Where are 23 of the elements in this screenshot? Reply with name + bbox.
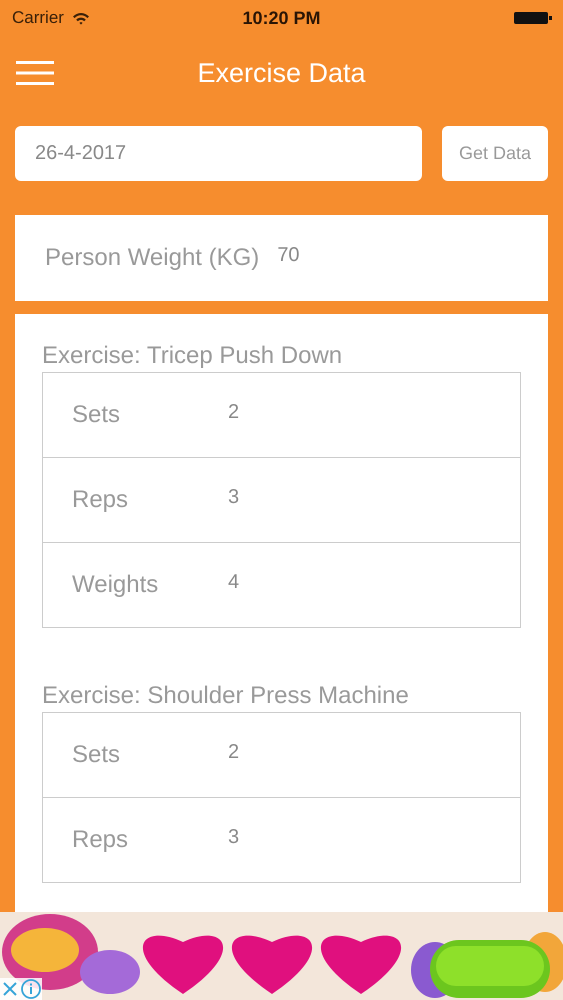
screen-title: Exercise Data bbox=[196, 58, 367, 88]
row-label: Sets bbox=[72, 741, 122, 769]
clock-time: 10:20 PM bbox=[241, 8, 322, 28]
carrier-name: Carrier bbox=[12, 8, 64, 28]
row-label: Reps bbox=[72, 826, 130, 854]
row-label: Sets bbox=[72, 401, 122, 429]
battery-icon bbox=[513, 10, 553, 26]
row-label: Weights bbox=[72, 571, 160, 599]
row-value: 3 bbox=[228, 486, 240, 508]
weight-value: 70 bbox=[277, 244, 300, 266]
date-field[interactable]: 26-4-2017 bbox=[15, 126, 422, 181]
exercise-title: Exercise: Shoulder Press Machine bbox=[42, 682, 410, 710]
row-label: Reps bbox=[72, 486, 130, 514]
row-value: 3 bbox=[228, 826, 240, 848]
weight-label: Person Weight (KG) bbox=[45, 244, 260, 272]
get-data-button[interactable]: Get Data bbox=[442, 126, 548, 181]
exercise-title: Exercise: Tricep Push Down bbox=[42, 342, 344, 370]
row-value: 2 bbox=[228, 740, 240, 764]
row-value: 2 bbox=[228, 400, 240, 424]
wifi-icon bbox=[72, 12, 90, 24]
menu-icon[interactable] bbox=[16, 60, 54, 86]
row-value: 4 bbox=[228, 570, 240, 594]
info-icon[interactable] bbox=[20, 978, 42, 1000]
